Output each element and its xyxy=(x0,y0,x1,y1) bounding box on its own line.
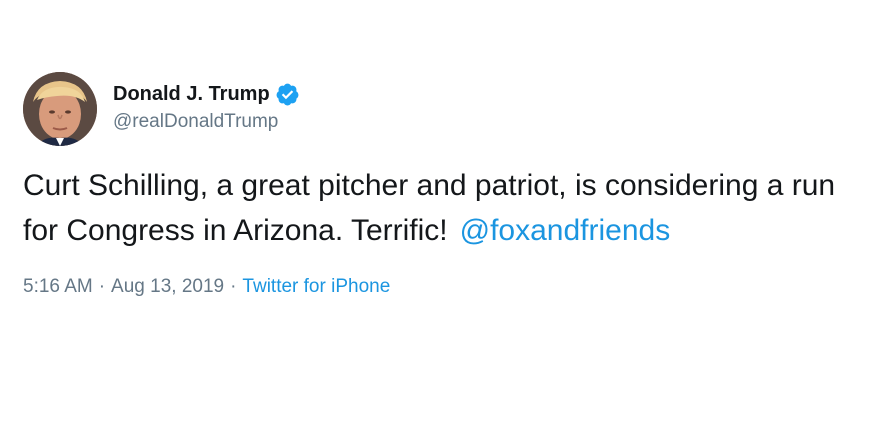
meta-separator: · xyxy=(230,276,237,297)
mention-link[interactable]: @foxandfriends xyxy=(460,214,671,247)
tweet-text: Curt Schilling, a great pitcher and patr… xyxy=(23,163,873,253)
tweet-time[interactable]: 5:16 AM xyxy=(23,276,93,298)
tweet-card: Donald J. Trump @realDonaldTrump Curt Sc… xyxy=(0,0,891,421)
tweet-date[interactable]: Aug 13, 2019 xyxy=(111,276,224,298)
user-handle[interactable]: @realDonaldTrump xyxy=(113,111,278,133)
avatar[interactable] xyxy=(23,72,97,146)
tweet-source-link[interactable]: Twitter for iPhone xyxy=(242,276,390,298)
profile-photo-icon xyxy=(23,72,97,146)
display-name[interactable]: Donald J. Trump xyxy=(113,83,270,106)
tweet-meta: 5:16 AM · Aug 13, 2019 · Twitter for iPh… xyxy=(23,276,390,298)
meta-separator: · xyxy=(98,276,106,297)
tweet-body: Curt Schilling, a great pitcher and patr… xyxy=(23,169,836,247)
verified-badge-icon xyxy=(275,82,300,107)
name-row: Donald J. Trump xyxy=(113,80,300,108)
